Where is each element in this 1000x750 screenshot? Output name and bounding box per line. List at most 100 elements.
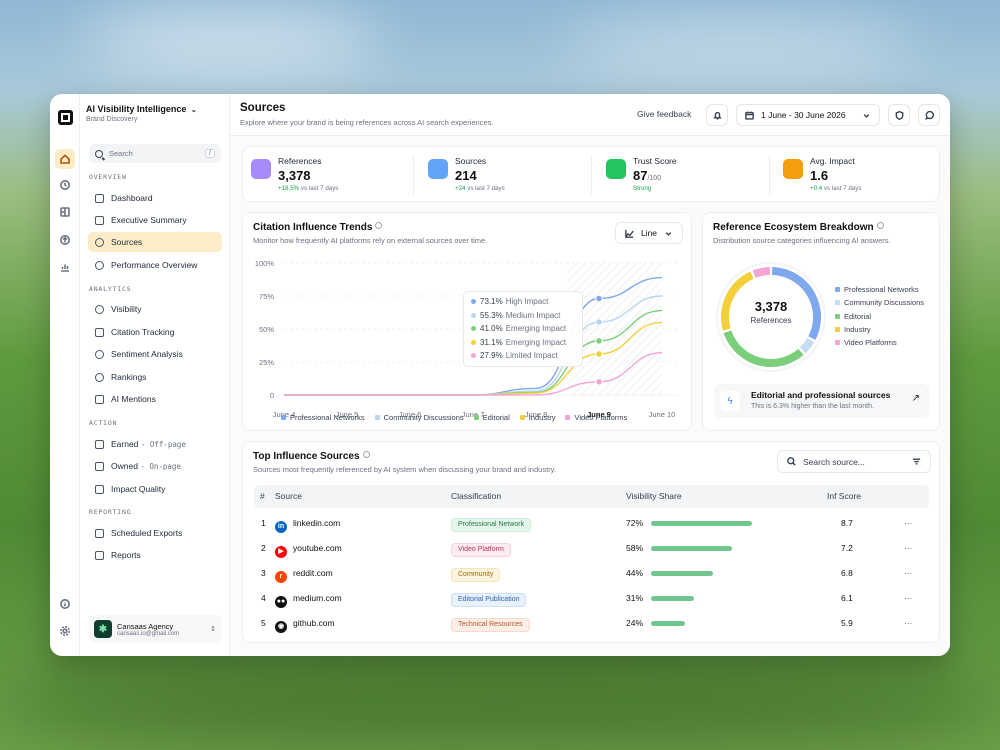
divider — [413, 155, 414, 195]
legend-swatch — [835, 287, 840, 293]
legend-item[interactable]: Professional Networks — [281, 413, 365, 422]
tooltip-label: High Impact — [505, 297, 549, 307]
legend-item[interactable]: Video Platforms — [565, 413, 627, 422]
legend-item[interactable]: Community Discussions — [374, 413, 464, 422]
row-source[interactable]: r reddit.com — [275, 561, 333, 586]
classification-badge: Technical Resources — [451, 618, 530, 632]
legend-item[interactable]: Editorial — [835, 310, 924, 323]
share-bar-fill — [651, 521, 752, 526]
nav-sources[interactable]: Sources — [88, 232, 222, 252]
legend-label: Editorial — [482, 413, 510, 422]
source-logo-icon: in — [275, 521, 287, 533]
column-header[interactable]: Visibility Share — [626, 485, 682, 508]
row-menu-button[interactable]: ⋯ — [904, 611, 913, 636]
legend-item[interactable]: Professional Networks — [835, 283, 924, 296]
row-classification: Video Platform — [451, 536, 511, 561]
analytics-icon[interactable] — [55, 257, 75, 277]
upload-icon[interactable] — [55, 230, 75, 250]
date-range-picker[interactable]: 1 June - 30 June 2026 — [736, 104, 880, 126]
donut-segment[interactable] — [723, 330, 804, 367]
trends-title: Citation Influence Trends — [253, 222, 383, 233]
series-point[interactable] — [595, 378, 603, 386]
date-range-text: 1 June - 30 June 2026 — [761, 110, 846, 120]
legend-item[interactable]: Video Platforms — [835, 336, 924, 349]
table-row[interactable]: 5 ◉ github.com Technical Resources 24% 5.9 ⋯ — [254, 611, 929, 636]
series-point[interactable] — [595, 318, 603, 326]
ecosystem-insight[interactable]: ϟ Editorial and professional sources Thi… — [714, 384, 929, 418]
series-point[interactable] — [595, 337, 603, 345]
chart-mode-select[interactable]: Line — [615, 222, 683, 244]
classification-badge: Community — [451, 568, 501, 582]
legend-item[interactable]: Industry — [835, 323, 924, 336]
share-bar-track — [651, 571, 761, 576]
nav-executive-summary[interactable]: Executive Summary — [88, 210, 222, 230]
donut-total: 3,378 — [754, 299, 788, 314]
tooltip-dot — [471, 353, 476, 359]
row-source[interactable]: in linkedin.com — [275, 511, 340, 536]
nav-impact-quality[interactable]: Impact Quality — [88, 479, 222, 499]
nav-visibility[interactable]: Visibility — [88, 299, 222, 319]
tooltip-label: Emerging Impact — [505, 324, 567, 334]
row-source[interactable]: ▶ youtube.com — [275, 536, 342, 561]
row-menu-button[interactable]: ⋯ — [904, 586, 913, 611]
give-feedback-button[interactable]: Give feedback — [637, 109, 691, 119]
nav-reports[interactable]: Reports — [88, 545, 222, 565]
chevron-updown-icon: ⇕ — [210, 626, 216, 633]
home-icon[interactable] — [55, 149, 75, 169]
messages-button[interactable] — [918, 104, 940, 126]
workspace-switcher[interactable]: AI Visibility Intelligence ⌄ — [86, 104, 197, 114]
main-content: Sources Explore where your brand is bein… — [230, 94, 950, 656]
notifications-button[interactable] — [706, 104, 728, 126]
legend-item[interactable]: Community Discussions — [835, 296, 924, 309]
nav-rankings[interactable]: Rankings — [88, 367, 222, 387]
kpi-value-suffix: /100 — [647, 175, 662, 182]
filter-icon[interactable] — [911, 456, 922, 467]
account-switcher[interactable]: ✱ Cansaas Agency cansaas.io@gmail.com ⇕ — [89, 615, 221, 643]
source-search-input[interactable]: Search source... — [777, 450, 931, 473]
series-point[interactable] — [595, 350, 603, 358]
column-header[interactable]: Inf Score — [827, 485, 861, 508]
kpi-label: References — [278, 156, 322, 166]
share-bar-fill — [651, 546, 733, 551]
legend-item[interactable]: Editorial — [473, 413, 510, 422]
legend-item[interactable]: Industry — [519, 413, 555, 422]
search-shortcut: / — [205, 149, 215, 158]
row-source[interactable]: ◉ github.com — [275, 611, 335, 636]
layers-icon — [251, 159, 271, 179]
nav-ai-mentions[interactable]: AI Mentions — [88, 389, 222, 409]
legend-swatch — [835, 300, 840, 306]
y-tick-label: 25% — [259, 358, 274, 367]
series-point[interactable] — [595, 294, 603, 303]
column-header[interactable]: # — [260, 485, 265, 508]
table-row[interactable]: 3 r reddit.com Community 44% 6.8 ⋯ — [254, 561, 929, 586]
row-menu-button[interactable]: ⋯ — [904, 511, 913, 536]
nav-performance-overview[interactable]: Performance Overview — [88, 255, 222, 275]
account-email: cansaas.io@gmail.com — [117, 630, 180, 637]
info-icon[interactable] — [55, 594, 75, 614]
info-icon — [362, 451, 370, 458]
table-row[interactable]: 4 ●● medium.com Editorial Publication 31% 6.1… — [254, 586, 929, 611]
column-header[interactable]: Classification — [451, 485, 501, 508]
kpi-sources: Sources 214 +24 vs last 7 days — [420, 147, 590, 203]
layout-icon[interactable] — [55, 202, 75, 222]
history-icon[interactable] — [55, 175, 75, 195]
row-menu-button[interactable]: ⋯ — [904, 561, 913, 586]
security-button[interactable] — [888, 104, 910, 126]
row-source[interactable]: ●● medium.com — [275, 586, 342, 611]
table-row[interactable]: 2 ▶ youtube.com Video Platform 58% 7.2 ⋯ — [254, 536, 929, 561]
nav-scheduled-exports[interactable]: Scheduled Exports — [88, 523, 222, 543]
table-row[interactable]: 1 in linkedin.com Professional Network 72% 8.… — [254, 511, 929, 536]
grid-icon — [95, 193, 104, 203]
nav-sentiment-analysis[interactable]: Sentiment Analysis — [88, 344, 222, 364]
nav-dashboard[interactable]: Dashboard — [88, 188, 222, 208]
classification-badge: Video Platform — [451, 543, 511, 557]
sidebar-search[interactable]: Search / — [89, 144, 221, 163]
nav-citation-tracking[interactable]: Citation Tracking — [88, 322, 222, 342]
bell-icon — [712, 111, 722, 120]
donut-segment[interactable] — [752, 267, 770, 278]
column-header[interactable]: Source — [275, 485, 302, 508]
row-menu-button[interactable]: ⋯ — [904, 536, 913, 561]
nav-owned[interactable]: Owned - On-page — [88, 456, 222, 476]
settings-icon[interactable] — [55, 621, 75, 641]
nav-earned[interactable]: Earned - Off-page — [88, 434, 222, 454]
